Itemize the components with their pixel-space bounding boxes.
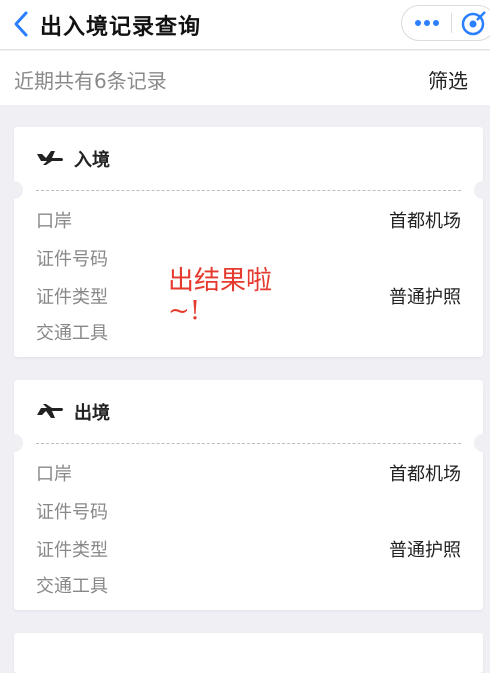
card-notch-left bbox=[5, 434, 23, 452]
more-dots-icon[interactable] bbox=[414, 16, 440, 30]
annotation-line-1: 出结果啦 bbox=[168, 266, 273, 296]
filter-button[interactable]: 筛选 bbox=[428, 65, 468, 94]
record-card-header: 入境 bbox=[14, 127, 483, 189]
record-card bbox=[14, 633, 483, 673]
dashed-divider bbox=[36, 443, 461, 444]
page-title: 出入境记录查询 bbox=[40, 15, 202, 40]
back-button[interactable] bbox=[8, 8, 38, 40]
card-notch-right bbox=[474, 181, 490, 199]
field-row-id-number: 证件号码 bbox=[36, 498, 461, 524]
field-label: 交通工具 bbox=[36, 323, 108, 344]
field-value: 普通护照 bbox=[389, 540, 461, 561]
plane-departure-icon bbox=[37, 404, 63, 418]
field-label: 证件号码 bbox=[36, 249, 108, 270]
card-notch-left bbox=[5, 181, 23, 199]
dashed-divider bbox=[36, 190, 461, 191]
field-label: 口岸 bbox=[36, 464, 72, 485]
field-label: 证件号码 bbox=[36, 502, 108, 523]
record-type-label: 出境 bbox=[74, 403, 110, 424]
record-count-text: 近期共有6条记录 bbox=[14, 69, 167, 93]
overlay-annotation: 出结果啦 ~! bbox=[168, 266, 272, 326]
field-row-port: 口岸 首都机场 bbox=[36, 460, 461, 486]
mini-program-capsule bbox=[401, 5, 490, 41]
field-value: 首都机场 bbox=[389, 464, 461, 485]
field-row-id-type: 证件类型 普通护照 bbox=[36, 536, 461, 562]
card-notch-right bbox=[474, 434, 490, 452]
record-type-label: 入境 bbox=[74, 150, 110, 171]
capsule-divider bbox=[451, 13, 452, 33]
field-row-port: 口岸 首都机场 bbox=[36, 207, 461, 233]
plane-arrival-icon bbox=[37, 151, 63, 165]
record-card: 出境 口岸 首都机场 证件号码 证件类型 普通护照 交通工具 bbox=[5, 380, 490, 610]
summary-bar: 近期共有6条记录 筛选 bbox=[0, 51, 490, 105]
annotation-line-2: ~! bbox=[168, 296, 201, 326]
field-row-transport: 交通工具 bbox=[36, 572, 461, 598]
record-card-header: 出境 bbox=[14, 380, 483, 442]
field-label: 证件类型 bbox=[36, 540, 108, 561]
field-label: 证件类型 bbox=[36, 287, 108, 308]
field-label: 交通工具 bbox=[36, 576, 108, 597]
field-label: 口岸 bbox=[36, 211, 72, 232]
nav-bar: 出入境记录查询 bbox=[0, 0, 490, 50]
chevron-left-icon bbox=[14, 11, 28, 37]
field-value: 普通护照 bbox=[389, 287, 461, 308]
target-close-icon[interactable] bbox=[460, 11, 486, 37]
field-value: 首都机场 bbox=[389, 211, 461, 232]
